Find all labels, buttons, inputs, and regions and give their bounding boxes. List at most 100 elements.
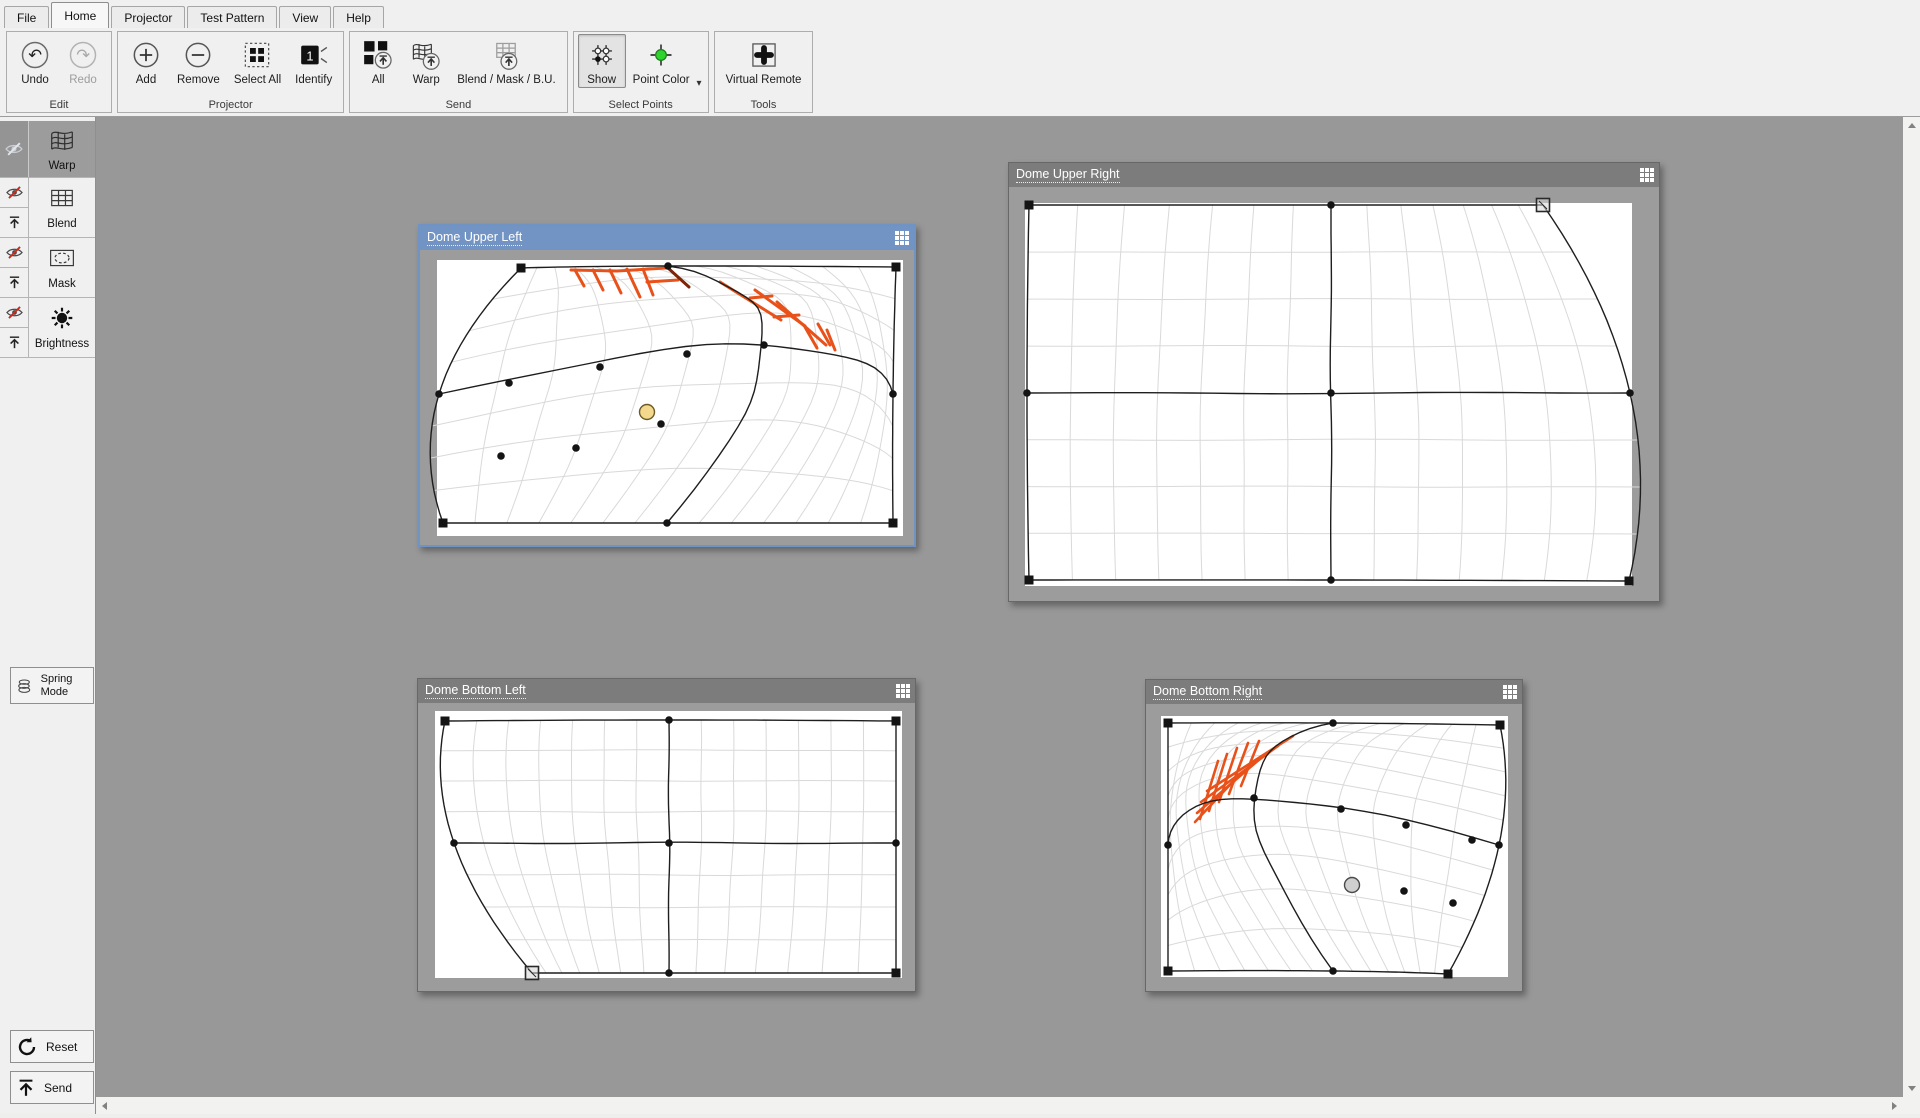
corner-control-point[interactable] (1496, 721, 1505, 730)
window-titlebar[interactable]: Dome Upper Right (1009, 163, 1659, 187)
show-points-button[interactable]: Show (578, 34, 626, 88)
window-grid-icon[interactable] (1640, 168, 1654, 182)
control-point[interactable] (1164, 841, 1172, 849)
window-titlebar[interactable]: Dome Upper Left (420, 226, 914, 250)
virtual-remote-button[interactable]: Virtual Remote (719, 34, 809, 88)
tab-view[interactable]: View (279, 6, 331, 28)
corner-control-point[interactable] (1444, 970, 1453, 979)
control-point[interactable] (1449, 899, 1457, 907)
vertical-scrollbar[interactable] (1903, 117, 1920, 1097)
window-grid-icon[interactable] (895, 231, 909, 245)
send-button[interactable]: Send (10, 1071, 94, 1104)
tab-projector[interactable]: Projector (111, 6, 185, 28)
control-point[interactable] (1329, 719, 1337, 727)
control-point[interactable] (665, 969, 673, 977)
corner-control-point[interactable] (1164, 967, 1173, 976)
control-point[interactable] (683, 350, 691, 358)
send-warp-button[interactable]: Warp (402, 34, 450, 88)
window-titlebar[interactable]: Dome Bottom Left (418, 679, 915, 703)
scroll-left-arrow[interactable] (102, 1102, 107, 1110)
projector-window-dome-upper-right[interactable]: Dome Upper Right (1008, 162, 1660, 602)
tab-home[interactable]: Home (51, 2, 109, 28)
control-point[interactable] (665, 716, 673, 724)
tab-test-pattern[interactable]: Test Pattern (187, 6, 277, 28)
window-titlebar[interactable]: Dome Bottom Right (1146, 680, 1522, 704)
mesh-area[interactable] (435, 711, 902, 978)
corner-control-point[interactable] (892, 969, 901, 978)
blend-send-button[interactable] (0, 207, 28, 237)
brightness-visibility-toggle[interactable] (0, 298, 28, 327)
control-point[interactable] (1337, 805, 1345, 813)
control-point[interactable] (1250, 794, 1258, 802)
corner-control-point[interactable] (1025, 576, 1034, 585)
identify-button[interactable]: 1 Identify (288, 34, 339, 88)
corner-control-point[interactable] (517, 264, 526, 273)
warp-visibility-toggle[interactable] (0, 121, 28, 177)
projector-window-dome-upper-left[interactable]: Dome Upper Left (418, 224, 916, 547)
control-point[interactable] (596, 363, 604, 371)
select-all-button[interactable]: Select All (227, 34, 288, 88)
control-point[interactable] (1400, 887, 1408, 895)
point-color-button[interactable]: Point Color (626, 34, 697, 88)
control-point[interactable] (1327, 389, 1335, 397)
projector-window-dome-bottom-right[interactable]: Dome Bottom Right (1145, 679, 1523, 992)
scroll-up-arrow[interactable] (1908, 123, 1916, 128)
brightness-send-button[interactable] (0, 327, 28, 357)
corner-control-point[interactable] (1025, 201, 1034, 210)
corner-control-point[interactable] (1164, 719, 1173, 728)
selected-control-point[interactable] (640, 405, 655, 420)
control-point[interactable] (497, 452, 505, 460)
control-point[interactable] (1023, 389, 1031, 397)
corner-control-point[interactable] (439, 519, 448, 528)
tab-file[interactable]: File (4, 6, 49, 28)
scroll-down-arrow[interactable] (1908, 1086, 1916, 1091)
tab-help[interactable]: Help (333, 6, 384, 28)
send-all-button[interactable]: All (354, 34, 402, 88)
window-grid-icon[interactable] (1503, 685, 1517, 699)
scroll-right-arrow[interactable] (1892, 1102, 1897, 1110)
control-point[interactable] (664, 262, 672, 270)
control-point[interactable] (1327, 576, 1335, 584)
control-point[interactable] (1468, 836, 1476, 844)
control-point[interactable] (1495, 841, 1503, 849)
reset-button[interactable]: Reset (10, 1030, 94, 1063)
mask-visibility-toggle[interactable] (0, 238, 28, 267)
blend-visibility-toggle[interactable] (0, 178, 28, 207)
control-point[interactable] (657, 420, 665, 428)
send-blend-mask-bu-button[interactable]: Blend / Mask / B.U. (450, 34, 562, 88)
control-point[interactable] (450, 839, 458, 847)
sidebar-tool-brightness[interactable]: Brightness (0, 298, 95, 358)
workspace-canvas[interactable]: Dome Upper Left Dome Upper Right Dome Bott… (96, 117, 1903, 1097)
mask-send-button[interactable] (0, 267, 28, 297)
spring-mode-button[interactable]: Spring Mode (10, 667, 94, 704)
highlighted-control-point[interactable] (1345, 878, 1360, 893)
mesh-area[interactable] (1161, 716, 1508, 977)
mesh-area[interactable] (1025, 203, 1632, 586)
projector-window-dome-bottom-left[interactable]: Dome Bottom Left (417, 678, 916, 992)
corner-control-point[interactable] (892, 263, 901, 272)
control-point[interactable] (1329, 967, 1337, 975)
corner-control-point[interactable] (892, 717, 901, 726)
corner-control-point[interactable] (889, 519, 898, 528)
sidebar-tool-mask[interactable]: Mask (0, 238, 95, 298)
redo-button[interactable]: ↷ Redo (59, 34, 107, 88)
control-point[interactable] (892, 839, 900, 847)
window-grid-icon[interactable] (896, 684, 910, 698)
control-point[interactable] (572, 444, 580, 452)
point-color-dropdown-arrow[interactable]: ▾ (697, 78, 702, 89)
control-point[interactable] (1402, 821, 1410, 829)
sidebar-tool-warp[interactable]: Warp (0, 121, 95, 178)
add-projector-button[interactable]: Add (122, 34, 170, 88)
control-point[interactable] (760, 341, 768, 349)
control-point[interactable] (435, 390, 443, 398)
control-point[interactable] (1327, 201, 1335, 209)
control-point[interactable] (665, 839, 673, 847)
mesh-area[interactable] (437, 260, 903, 536)
control-point[interactable] (505, 379, 513, 387)
corner-control-point[interactable] (1625, 577, 1634, 586)
sidebar-tool-blend[interactable]: Blend (0, 178, 95, 238)
corner-control-point[interactable] (441, 717, 450, 726)
control-point[interactable] (889, 390, 897, 398)
remove-projector-button[interactable]: Remove (170, 34, 227, 88)
control-point[interactable] (663, 519, 671, 527)
